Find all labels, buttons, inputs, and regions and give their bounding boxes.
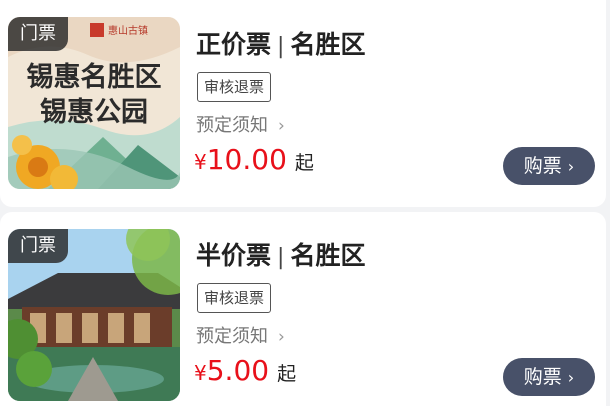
title-separator: |	[277, 245, 285, 270]
ticket-name: 半价票	[196, 241, 272, 270]
ticket-type-tag: 门票	[8, 229, 68, 263]
ticket-list: 惠山古镇 锡惠名胜区 锡惠公园 门票 正价票 | 名胜区 审核退票 预定须知 › ¥1…	[0, 0, 610, 406]
chevron-right-icon: ›	[278, 327, 285, 347]
ticket-area: 名胜区	[290, 30, 366, 59]
ticket-card[interactable]: 惠山古镇 锡惠名胜区 锡惠公园 门票 正价票 | 名胜区 审核退票 预定须知 › ¥1…	[0, 0, 606, 207]
refund-policy-badge: 审核退票	[197, 72, 272, 102]
price-amount: 10.00	[206, 143, 287, 176]
ticket-title: 正价票 | 名胜区	[196, 29, 365, 63]
booking-notice-label: 预定须知	[196, 115, 268, 136]
buy-button-label: 购票	[523, 366, 562, 388]
price-from-label: 起	[294, 152, 314, 174]
ticket-title: 半价票 | 名胜区	[196, 240, 365, 274]
chevron-right-icon: ›	[278, 116, 285, 136]
chevron-right-icon: ›	[567, 368, 575, 387]
booking-notice-link[interactable]: 预定须知 ›	[196, 325, 285, 349]
buy-ticket-button[interactable]: 购票 ›	[503, 147, 595, 185]
buy-ticket-button[interactable]: 购票 ›	[503, 358, 595, 396]
booking-notice-label: 预定须知	[196, 326, 268, 347]
ticket-name: 正价票	[196, 30, 272, 59]
refund-policy-badge: 审核退票	[197, 283, 272, 313]
ticket-price: ¥5.00 起	[194, 354, 296, 387]
ticket-card[interactable]: 门票 半价票 | 名胜区 审核退票 预定须知 › ¥5.00 起 购票 ›	[0, 212, 606, 406]
poster-title-line1: 锡惠名胜区	[27, 61, 162, 93]
poster-logo-text: 惠山古镇	[108, 24, 148, 37]
booking-notice-link[interactable]: 预定须知 ›	[196, 114, 285, 138]
poster-title-line2: 锡惠公园	[40, 97, 148, 128]
buy-button-label: 购票	[523, 155, 562, 177]
ticket-type-tag: 门票	[8, 17, 68, 51]
ticket-area: 名胜区	[290, 241, 366, 270]
price-amount: 5.00	[206, 354, 270, 387]
title-separator: |	[277, 34, 285, 59]
chevron-right-icon: ›	[567, 157, 575, 176]
ticket-thumbnail[interactable]: 门票	[8, 229, 180, 401]
price-from-label: 起	[277, 363, 297, 385]
ticket-price: ¥10.00 起	[194, 143, 314, 176]
price-currency: ¥	[194, 150, 207, 174]
price-currency: ¥	[194, 361, 207, 385]
ticket-thumbnail[interactable]: 惠山古镇 锡惠名胜区 锡惠公园 门票	[8, 17, 180, 189]
